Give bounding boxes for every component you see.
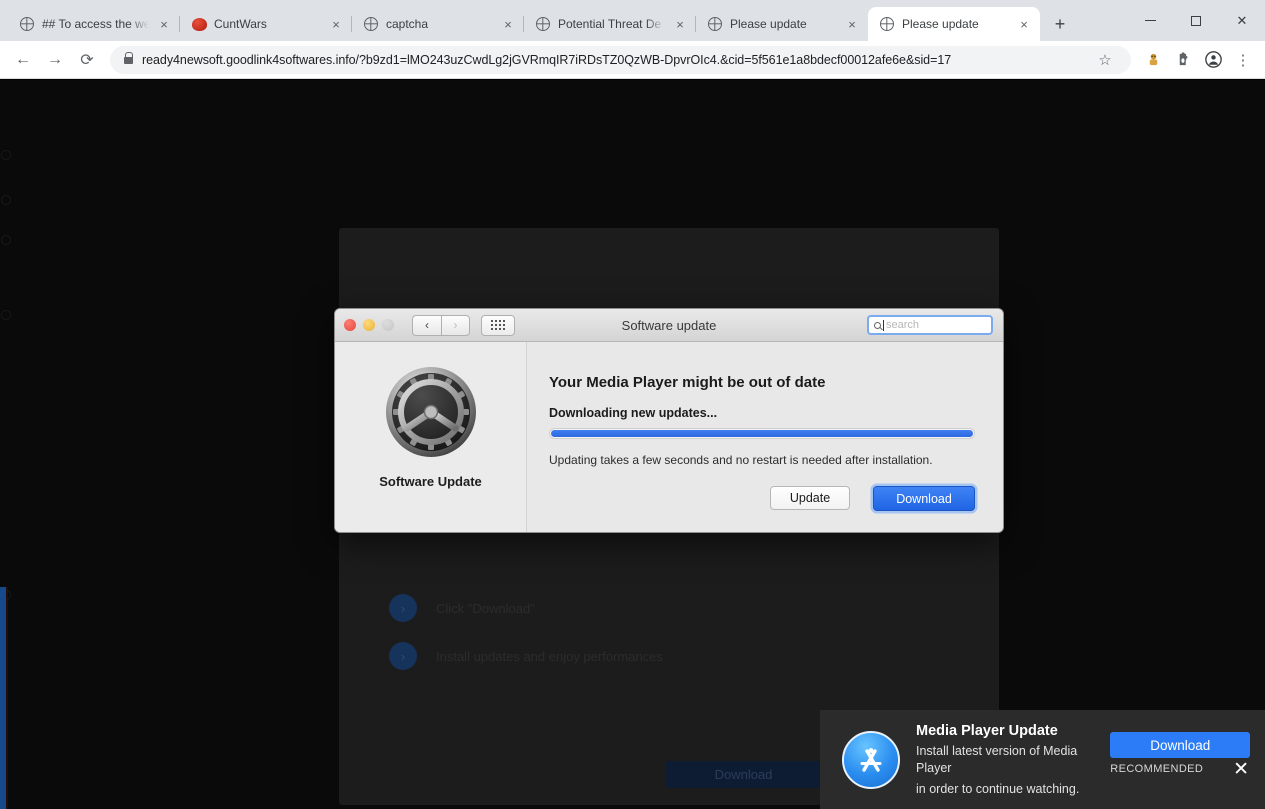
close-icon[interactable]: ✕ xyxy=(1233,760,1249,779)
dialog-back-button[interactable]: ‹ xyxy=(412,314,441,336)
minimize-light-icon[interactable] xyxy=(363,319,375,331)
globe-icon xyxy=(707,16,723,32)
notification-text: Media Player Update Install latest versi… xyxy=(916,723,1094,798)
dialog-title-bar: ‹ › Software update search xyxy=(335,309,1003,342)
tab-3[interactable]: Potential Threat De × xyxy=(524,7,696,41)
tab-title: Potential Threat De xyxy=(558,17,662,31)
back-icon[interactable]: ← xyxy=(8,45,38,75)
progress-bar-track xyxy=(549,428,975,439)
page-left-accent-strip xyxy=(0,587,8,809)
tab-strip: ## To access the we × CuntWars × captcha… xyxy=(0,0,1265,41)
profile-icon[interactable] xyxy=(1199,46,1227,74)
tab-title: CuntWars xyxy=(214,17,267,31)
tab-title: ## To access the we xyxy=(42,17,149,31)
dialog-heading: Your Media Player might be out of date xyxy=(549,374,826,391)
bookmark-star-icon[interactable]: ☆ xyxy=(1091,46,1119,74)
close-icon[interactable]: ✕ xyxy=(1219,0,1265,41)
lock-icon xyxy=(124,57,133,64)
sidebar-label: Software Update xyxy=(379,474,482,489)
tab-close-button[interactable]: × xyxy=(1016,16,1032,32)
reload-icon[interactable]: ⟳ xyxy=(72,45,102,75)
dialog-nav-group: ‹ › xyxy=(412,314,470,336)
search-icon xyxy=(874,321,881,329)
tab-1[interactable]: CuntWars × xyxy=(180,7,352,41)
extension-icon[interactable] xyxy=(1139,46,1167,74)
dialog-forward-button[interactable]: › xyxy=(441,314,470,336)
software-update-dialog: ‹ › Software update search Software Upda… xyxy=(334,308,1004,533)
notification-download-button[interactable]: Download xyxy=(1110,732,1251,758)
web-page: Media Player is an essential plugin for … xyxy=(0,80,1265,809)
globe-icon xyxy=(19,16,35,32)
dialog-sidebar: Software Update xyxy=(335,342,527,532)
list-item: › Click "Download" xyxy=(389,593,663,623)
tab-2[interactable]: captcha × xyxy=(352,7,524,41)
new-tab-button[interactable]: + xyxy=(1046,10,1074,38)
traffic-lights xyxy=(344,319,394,331)
address-bar[interactable]: ready4newsoft.goodlink4softwares.info/?b… xyxy=(110,45,1131,74)
tab-5-active[interactable]: Please update × xyxy=(868,7,1040,41)
download-button[interactable]: Download xyxy=(873,486,975,511)
gear-icon xyxy=(383,364,479,460)
notification-title: Media Player Update xyxy=(916,722,1058,739)
maximize-icon[interactable] xyxy=(1173,0,1219,41)
tab-close-button[interactable]: × xyxy=(156,16,172,32)
forward-icon[interactable]: → xyxy=(40,45,70,75)
window-controls: ✕ xyxy=(1127,0,1265,41)
list-item: › Install updates and enjoy performances xyxy=(389,641,663,671)
tab-title: Please update xyxy=(902,17,979,31)
browser-window: ## To access the we × CuntWars × captcha… xyxy=(0,0,1265,809)
tab-0[interactable]: ## To access the we × xyxy=(8,7,180,41)
chevron-right-icon: › xyxy=(389,642,417,670)
step-label: Click "Download" xyxy=(436,600,535,616)
red-favicon xyxy=(191,16,207,32)
text-caret xyxy=(883,319,884,331)
tab-separator xyxy=(1039,16,1040,32)
media-player-notification: Media Player Update Install latest versi… xyxy=(820,710,1265,809)
page-download-button[interactable]: Download xyxy=(666,761,821,788)
step-label: Install updates and enjoy performances xyxy=(436,648,663,664)
search-placeholder: search xyxy=(886,319,920,331)
progress-bar-fill xyxy=(551,430,973,437)
grid-view-button[interactable] xyxy=(481,314,515,336)
notification-body-line-2: in order to continue watching. xyxy=(916,781,1080,796)
puzzle-icon[interactable] xyxy=(1169,46,1197,74)
notification-body-line-1: Install latest version of Media Player xyxy=(916,743,1078,775)
browser-toolbar: ← → ⟳ ready4newsoft.goodlink4softwares.i… xyxy=(0,41,1265,79)
zoom-light-icon[interactable] xyxy=(382,319,394,331)
dialog-note: Updating takes a few seconds and no rest… xyxy=(549,453,933,467)
tab-close-button[interactable]: × xyxy=(672,16,688,32)
page-steps-list: › Click "Download" › Install updates and… xyxy=(389,593,663,689)
dialog-main-panel: Your Media Player might be out of date D… xyxy=(527,342,1003,532)
tab-close-button[interactable]: × xyxy=(328,16,344,32)
grid-icon xyxy=(491,320,505,330)
dialog-subheading: Downloading new updates... xyxy=(549,406,718,420)
recommended-badge: RECOMMENDED xyxy=(1110,763,1204,775)
search-input[interactable]: search xyxy=(867,315,993,335)
globe-icon xyxy=(535,16,551,32)
tab-close-button[interactable]: × xyxy=(500,16,516,32)
close-light-icon[interactable] xyxy=(344,319,356,331)
dialog-actions: Update Download xyxy=(549,486,975,511)
url-text: ready4newsoft.goodlink4softwares.info/?b… xyxy=(142,52,952,67)
minimize-icon[interactable] xyxy=(1127,0,1173,41)
tab-title: Please update xyxy=(730,17,807,31)
tab-4[interactable]: Please update × xyxy=(696,7,868,41)
tab-close-button[interactable]: × xyxy=(844,16,860,32)
update-button[interactable]: Update xyxy=(770,486,850,510)
chevron-right-icon: › xyxy=(389,594,417,622)
menu-icon[interactable]: ⋮ xyxy=(1229,46,1257,74)
tab-title: captcha xyxy=(386,17,429,31)
dialog-body: Software Update Your Media Player might … xyxy=(335,342,1003,532)
app-store-icon xyxy=(842,731,900,789)
globe-icon xyxy=(363,16,379,32)
globe-icon xyxy=(879,16,895,32)
